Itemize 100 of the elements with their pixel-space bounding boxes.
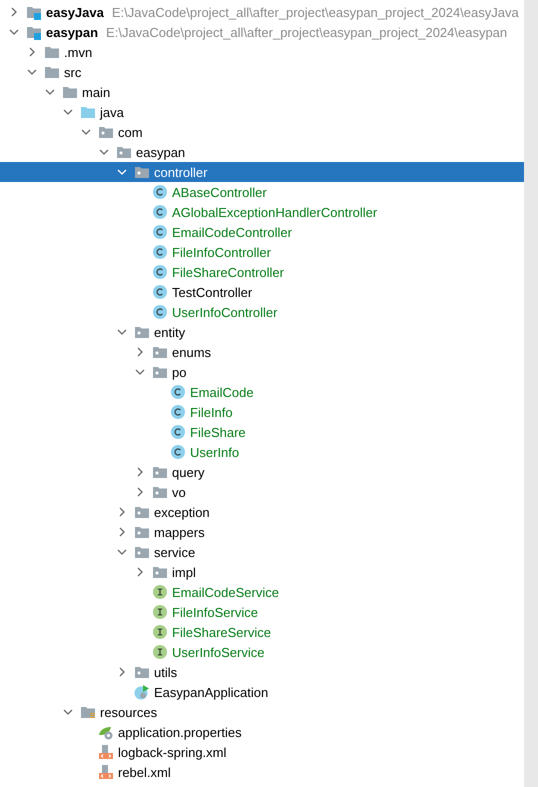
tree-item[interactable]: UserInfo (0, 442, 524, 462)
tree-item[interactable]: com (0, 122, 524, 142)
tree-item[interactable]: java (0, 102, 524, 122)
tree-item[interactable]: UserInfoService (0, 642, 524, 662)
tree-item[interactable]: ABaseController (0, 182, 524, 202)
interface-icon (152, 644, 168, 660)
item-label: FileShareService (172, 624, 271, 640)
tree-item[interactable]: FileInfo (0, 402, 524, 422)
item-label: mappers (154, 524, 205, 540)
tree-item[interactable]: controller (0, 162, 524, 182)
class-icon (152, 204, 168, 220)
xml-file-icon (98, 744, 114, 760)
package-folder-icon (134, 324, 150, 340)
item-label: logback-spring.xml (118, 744, 226, 760)
item-label: FileShare (190, 424, 246, 440)
package-folder-icon (152, 564, 168, 580)
project-path: E:\JavaCode\project_all\after_project\easypan_project_2024\easyJava (112, 4, 519, 20)
item-label: EmailCode (190, 384, 254, 400)
item-label: po (172, 364, 186, 380)
run-class-icon (134, 684, 150, 700)
item-label: UserInfoService (172, 644, 264, 660)
class-icon (152, 224, 168, 240)
tree-item[interactable]: resources (0, 702, 524, 722)
item-label: UserInfoController (172, 304, 278, 320)
item-label: EmailCodeService (172, 584, 279, 600)
item-label: com (118, 124, 143, 140)
tree-item[interactable]: logback-spring.xml (0, 742, 524, 762)
tree-item[interactable]: EmailCodeService (0, 582, 524, 602)
tree-item[interactable]: query (0, 462, 524, 482)
item-label: rebel.xml (118, 764, 171, 780)
class-icon (152, 284, 168, 300)
package-folder-icon (116, 144, 132, 160)
tree-item[interactable]: src (0, 62, 524, 82)
folder-icon (44, 64, 60, 80)
tree-item[interactable]: utils (0, 662, 524, 682)
package-folder-icon (152, 484, 168, 500)
class-icon (170, 384, 186, 400)
tree-item[interactable]: service (0, 542, 524, 562)
tree-item[interactable]: EmailCodeController (0, 222, 524, 242)
item-label: entity (154, 324, 186, 340)
item-label: UserInfo (190, 444, 240, 460)
tree-item[interactable]: easyJava E:\JavaCode\project_all\after_project\easypan_project_2024\easyJava (0, 2, 524, 22)
item-label: java (100, 104, 124, 120)
class-icon (170, 424, 186, 440)
tree-item[interactable]: enums (0, 342, 524, 362)
tree-item[interactable]: application.properties (0, 722, 524, 742)
tree-item[interactable]: .mvn (0, 42, 524, 62)
project-folder-icon (26, 24, 42, 40)
tree-item[interactable]: impl (0, 562, 524, 582)
class-icon (170, 444, 186, 460)
item-label: query (172, 464, 205, 480)
item-label: FileInfoService (172, 604, 258, 620)
project-path: E:\JavaCode\project_all\after_project\easypan_project_2024\easypan (106, 24, 508, 40)
tree-item[interactable]: main (0, 82, 524, 102)
interface-icon (152, 624, 168, 640)
tree-item[interactable]: FileShareService (0, 622, 524, 642)
tree-item[interactable]: EmailCode (0, 382, 524, 402)
class-icon (152, 304, 168, 320)
tree-item[interactable]: entity (0, 322, 524, 342)
tree-item[interactable]: easypan E:\JavaCode\project_all\after_project\easypan_project_2024\easypan (0, 22, 524, 42)
tree-item[interactable]: FileShareController (0, 262, 524, 282)
item-label: main (82, 84, 110, 100)
item-label: src (64, 64, 82, 80)
item-label: easypan (136, 144, 186, 160)
folder-icon (80, 104, 96, 120)
leaf-gear-icon (98, 724, 114, 740)
tree-item[interactable]: vo (0, 482, 524, 502)
tree-item[interactable]: FileInfoService (0, 602, 524, 622)
resources-folder-icon (80, 704, 96, 720)
tree-item[interactable]: FileInfoController (0, 242, 524, 262)
package-folder-icon (152, 364, 168, 380)
tree-item[interactable]: TestController (0, 282, 524, 302)
class-icon (152, 184, 168, 200)
package-folder-icon (152, 344, 168, 360)
class-icon (152, 244, 168, 260)
interface-icon (152, 584, 168, 600)
item-label: utils (154, 664, 178, 680)
item-label: AGlobalExceptionHandlerController (172, 204, 378, 220)
item-label: ABaseController (172, 184, 267, 200)
class-icon (152, 264, 168, 280)
tree-item[interactable]: AGlobalExceptionHandlerController (0, 202, 524, 222)
project-folder-icon (26, 4, 42, 20)
item-label: controller (154, 164, 208, 180)
tree-item[interactable]: rebel.xml (0, 762, 524, 782)
tree-item[interactable]: FileShare (0, 422, 524, 442)
package-folder-icon (134, 504, 150, 520)
item-label: impl (172, 564, 196, 580)
tree-item[interactable]: mappers (0, 522, 524, 542)
item-label: easypan (46, 24, 98, 40)
item-label: EasypanApplication (154, 684, 268, 700)
package-folder-icon (152, 464, 168, 480)
tree-item[interactable]: exception (0, 502, 524, 522)
item-label: enums (172, 344, 212, 360)
item-label: service (154, 544, 196, 560)
tree-item[interactable]: EasypanApplication (0, 682, 524, 702)
item-label: FileInfo (190, 404, 233, 420)
tree-item[interactable]: UserInfoController (0, 302, 524, 322)
tree-item[interactable]: po (0, 362, 524, 382)
tree-item[interactable]: easypan (0, 142, 524, 162)
item-label: exception (154, 504, 210, 520)
